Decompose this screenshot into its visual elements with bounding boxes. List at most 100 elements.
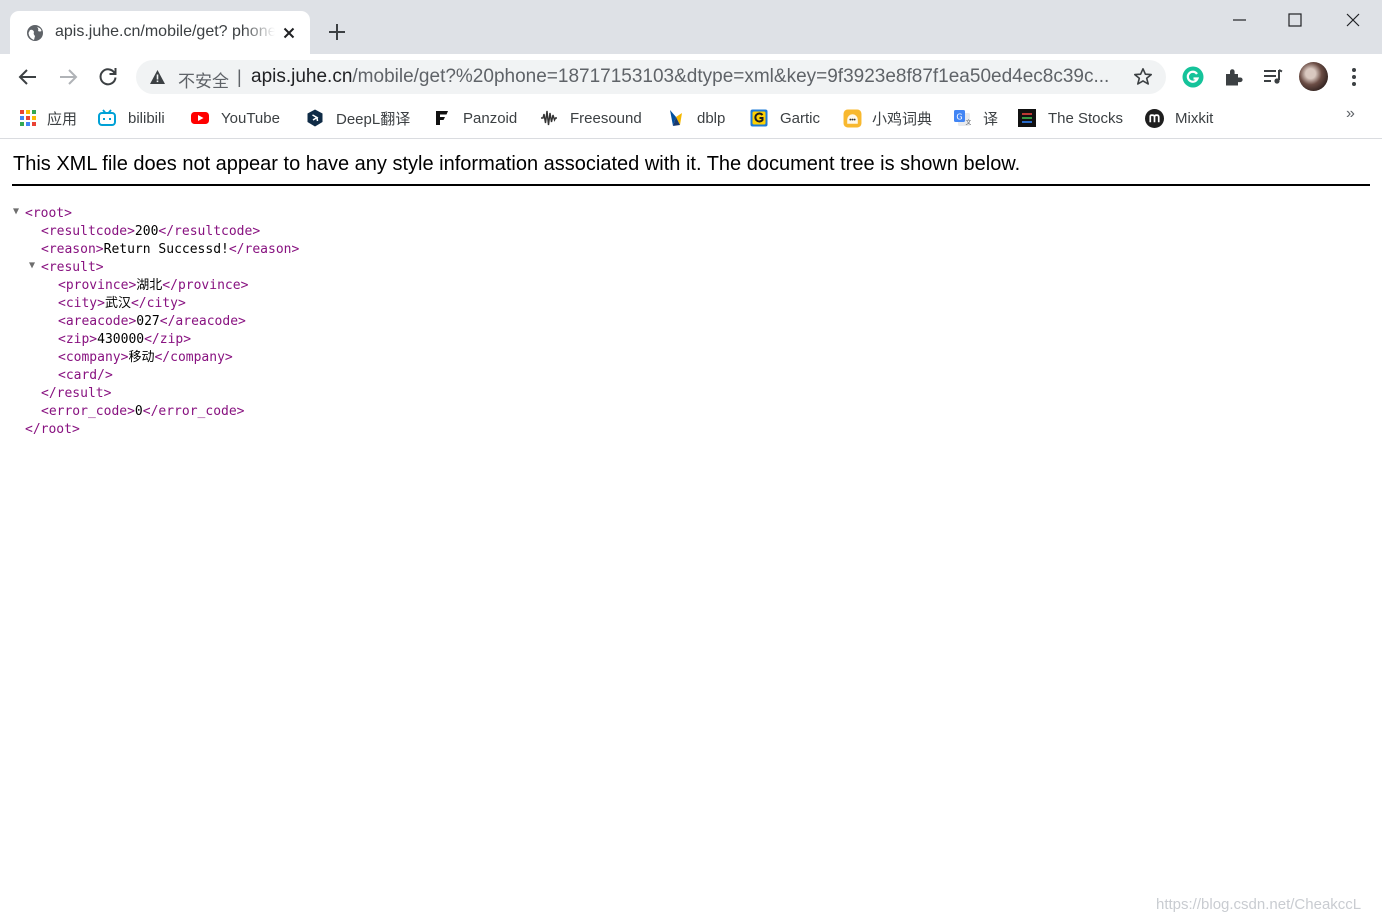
bookmark-label: YouTube — [221, 109, 280, 127]
xml-style-notice: This XML file does not appear to have an… — [13, 153, 1021, 175]
value: 027 — [136, 314, 160, 329]
tag: <card/> — [58, 368, 113, 383]
tag: <reason> — [41, 242, 104, 257]
bookmark-xiaoji[interactable]: 小鸡词典 — [843, 106, 932, 130]
browser-tab[interactable]: apis.juhe.cn/mobile/get? phone=187171531… — [10, 11, 310, 54]
xiaoji-icon — [843, 109, 862, 127]
deepl-icon — [307, 109, 323, 127]
xml-province: <province>湖北</province> — [58, 277, 248, 295]
tag: <zip> — [58, 332, 98, 347]
tag: </company> — [154, 350, 233, 365]
url-host: apis.juhe.cn — [251, 66, 353, 87]
bookmark-label: 应用 — [47, 110, 78, 128]
xml-city: <city>武汉</city> — [58, 295, 186, 313]
collapse-root-toggle[interactable]: ▼ — [13, 206, 19, 217]
url-path: /mobile/get?%20phone=18717153103&dtype=x… — [352, 66, 1110, 87]
value: Return Successd! — [103, 242, 229, 257]
bookmark-thestocks[interactable]: The Stocks — [1018, 106, 1123, 130]
watermark-text: https://blog.csdn.net/CheakccL — [1156, 896, 1362, 913]
dblp-icon — [670, 110, 682, 126]
close-icon[interactable] — [281, 25, 297, 41]
tag: <company> — [58, 350, 129, 365]
bookmark-gartic[interactable]: Gartic — [750, 106, 820, 130]
mixkit-icon — [1145, 108, 1164, 128]
xml-result-close: </result> — [41, 385, 111, 403]
bookmark-youtube[interactable]: YouTube — [191, 106, 280, 130]
xml-areacode: <areacode>027</areacode> — [58, 313, 246, 331]
bookmarks-bar: 应用 bilibili YouTube DeepL翻译 Panzoid Free… — [0, 100, 1382, 139]
bookmarks-overflow-button[interactable]: » — [1346, 105, 1355, 123]
xml-resultcode: <resultcode>200</resultcode> — [41, 223, 260, 241]
plus-icon[interactable] — [326, 21, 348, 43]
bookmark-apps[interactable]: 应用 — [19, 106, 77, 130]
tag: <province> — [58, 278, 137, 293]
xml-result-open: <result> — [41, 259, 104, 277]
tag: <areacode> — [58, 314, 137, 329]
value: 湖北 — [136, 278, 163, 293]
media-queue-icon[interactable] — [1261, 65, 1285, 89]
tag: </province> — [162, 278, 249, 293]
tag: <root> — [25, 206, 72, 221]
bookmark-panzoid[interactable]: Panzoid — [433, 106, 517, 130]
star-icon[interactable] — [1133, 67, 1153, 87]
notice-divider — [12, 184, 1370, 186]
value: 430000 — [97, 332, 145, 347]
tag: </reason> — [228, 242, 300, 257]
warning-icon[interactable] — [149, 69, 166, 85]
bookmark-label: 小鸡词典 — [872, 110, 933, 128]
svg-text:文: 文 — [966, 119, 972, 127]
grammarly-icon[interactable] — [1181, 65, 1205, 89]
google-translate-icon: G 文 — [954, 110, 972, 127]
tab-strip: apis.juhe.cn/mobile/get? phone=187171531… — [0, 0, 1382, 54]
kebab-menu-icon[interactable] — [1342, 65, 1366, 89]
tag: <error_code> — [41, 404, 135, 419]
tag: <result> — [41, 260, 104, 275]
tag: </error_code> — [142, 404, 245, 419]
globe-icon — [27, 25, 43, 41]
security-label[interactable]: 不安全 — [178, 67, 229, 92]
profile-avatar[interactable] — [1299, 62, 1328, 91]
bookmark-mixkit[interactable]: Mixkit — [1145, 106, 1213, 130]
back-arrow-icon[interactable] — [16, 65, 40, 89]
thestocks-icon — [1018, 109, 1036, 127]
xml-card: <card/> — [58, 367, 113, 385]
bookmark-label: bilibili — [128, 109, 165, 127]
url-text[interactable]: apis.juhe.cn/mobile/get?%20phone=1871715… — [251, 66, 1121, 88]
bookmark-label: Gartic — [780, 109, 821, 127]
puzzle-icon[interactable] — [1222, 65, 1246, 89]
bookmark-bilibili[interactable]: bilibili — [98, 106, 165, 130]
bookmark-label: Mixkit — [1175, 109, 1214, 127]
bookmark-freesound[interactable]: Freesound — [540, 106, 642, 130]
value: 200 — [134, 224, 159, 239]
bookmark-label: dblp — [697, 109, 726, 127]
xml-root-open: <root> — [25, 205, 72, 223]
close-window-icon[interactable] — [1338, 6, 1368, 34]
bookmark-deepl[interactable]: DeepL翻译 — [306, 106, 410, 130]
collapse-result-toggle[interactable]: ▼ — [29, 260, 35, 271]
panzoid-icon — [436, 111, 448, 125]
address-bar[interactable]: 不安全 | apis.juhe.cn/mobile/get?%20phone=1… — [136, 60, 1166, 94]
maximize-icon[interactable] — [1280, 6, 1310, 34]
omnibox-separator: | — [237, 67, 242, 87]
bookmark-translate[interactable]: G 文 译 — [953, 106, 998, 130]
forward-arrow-icon[interactable] — [56, 65, 80, 89]
tab-title: apis.juhe.cn/mobile/get? phone=187171531… — [55, 23, 275, 40]
toolbar: 不安全 | apis.juhe.cn/mobile/get?%20phone=1… — [0, 54, 1382, 100]
tag: </resultcode> — [158, 224, 261, 239]
bookmark-dblp[interactable]: dblp — [667, 106, 725, 130]
tag: </root> — [25, 422, 80, 437]
tag: </result> — [41, 386, 112, 401]
reload-icon[interactable] — [96, 65, 120, 89]
xml-reason: <reason>Return Successd!</reason> — [41, 241, 299, 259]
bookmark-label: Panzoid — [463, 109, 518, 127]
xml-root-close: </root> — [25, 421, 80, 439]
freesound-icon — [541, 110, 557, 126]
value: 武汉 — [104, 296, 131, 311]
bookmark-label: DeepL翻译 — [336, 110, 411, 128]
tag: <resultcode> — [41, 224, 135, 239]
value: 0 — [134, 404, 143, 419]
svg-text:G: G — [956, 113, 962, 122]
minimize-icon[interactable] — [1224, 6, 1254, 34]
value: 移动 — [128, 350, 155, 365]
bookmark-label: Freesound — [570, 109, 642, 127]
